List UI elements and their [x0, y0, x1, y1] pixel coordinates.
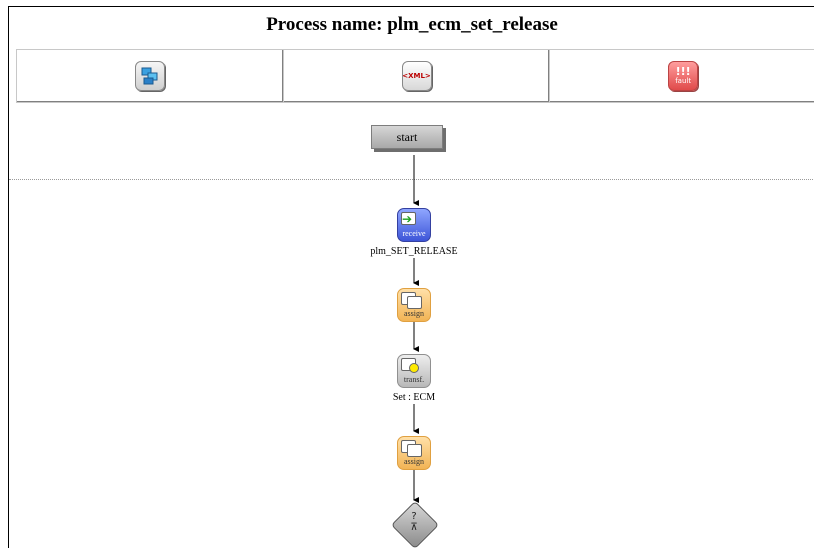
- receive-arrow-icon: ➔: [402, 212, 413, 226]
- start-node[interactable]: start: [371, 125, 443, 149]
- assign-caption-1: assign: [404, 309, 424, 318]
- transform-caption: transf.: [403, 375, 425, 384]
- receive-label: plm_SET_RELEASE: [370, 246, 458, 257]
- receive-caption: receive: [402, 229, 426, 238]
- assign-doc2-icon: [407, 296, 422, 309]
- assign-activity-1[interactable]: assign: [397, 288, 431, 322]
- assign-activity-2[interactable]: assign: [397, 436, 431, 470]
- switch-question-mark: ?: [411, 511, 417, 522]
- receive-activity[interactable]: ➔ receive: [397, 208, 431, 242]
- assign-caption-2: assign: [404, 457, 424, 466]
- switch-icon: ? ⊼: [410, 511, 418, 533]
- transform-label: Set : ECM: [392, 392, 436, 403]
- transform-ball-icon: [409, 363, 419, 373]
- assign-doc2-icon: [407, 444, 422, 457]
- transform-activity[interactable]: transf.: [397, 354, 431, 388]
